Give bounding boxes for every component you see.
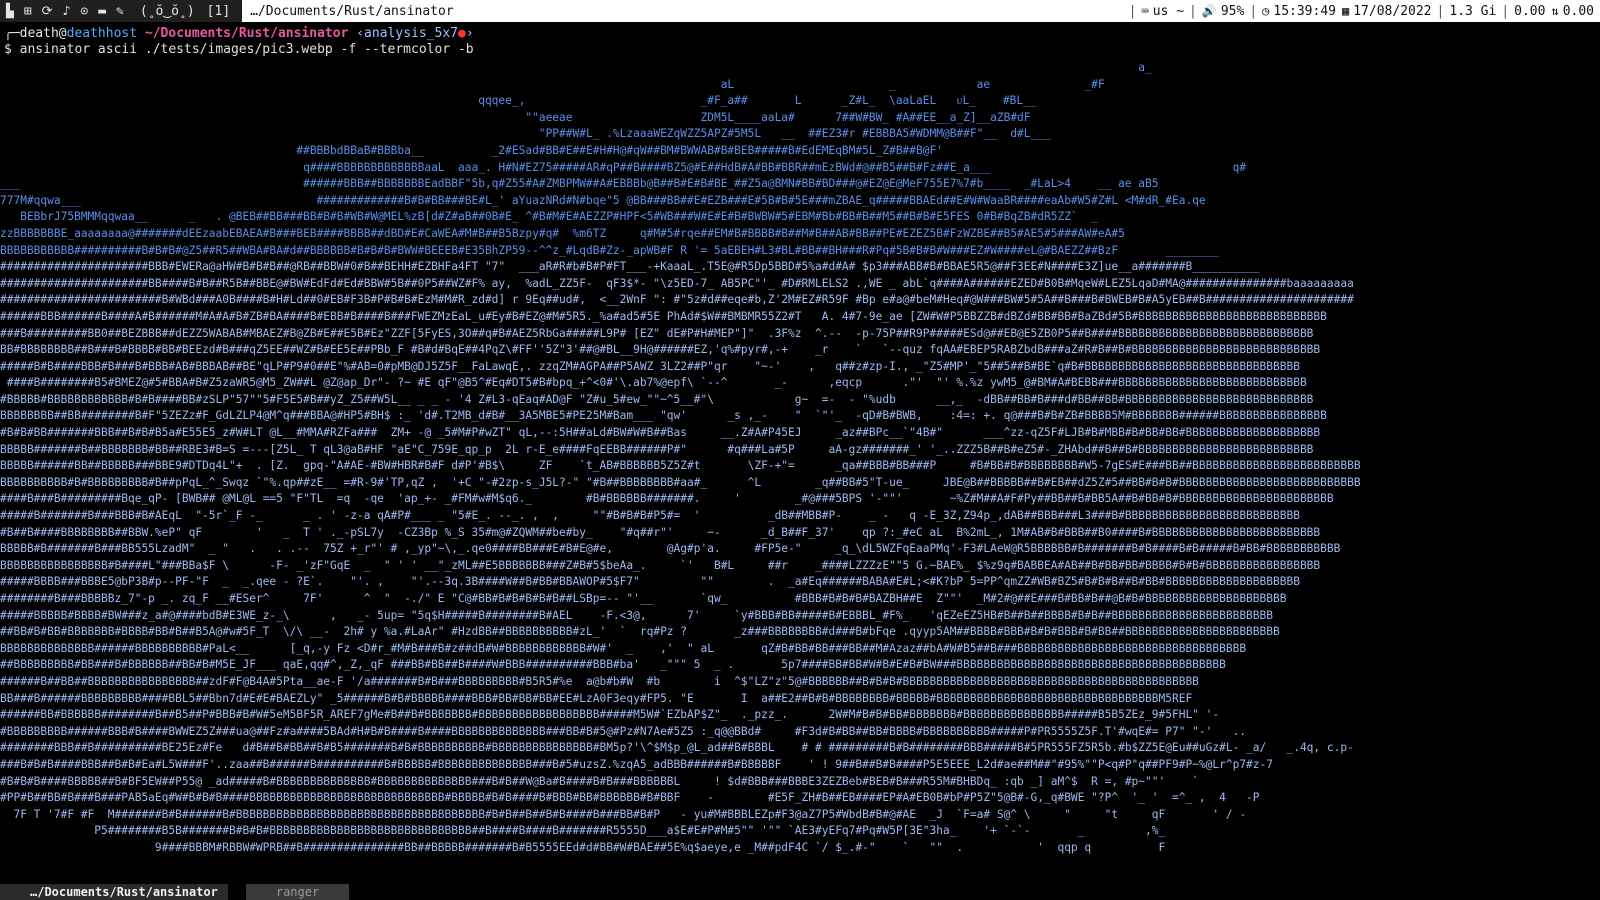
face-indicator: (˳ŏ‿ŏ˳) <box>139 3 195 19</box>
sync-icon[interactable]: ⟳ <box>42 4 53 19</box>
ascii-art-line: BB#BBBBBBBB##B###B#BBBB#BB#BEEzd#B###qZ5… <box>0 343 1321 357</box>
ascii-art-line: BEBbrJ75BMMMqqwaa__ _ . @BEB##BB###BB#B#… <box>0 210 1098 224</box>
ascii-art-line: ########B###BBBBBz_7"-p _. zq_F __#ESer^… <box>0 592 1287 605</box>
ascii-art-line: #B##B####BBBBBBBB##BBW.%eP" qF ' _ T ' .… <box>0 525 1321 539</box>
ascii-art-line: 7F T '7#F #F M#######B#B######B#BBBBBBBB… <box>0 807 1247 821</box>
ascii-art-line: #BBBBBBBBB######BBB#B####BWWEZ5Z###ua@##… <box>0 724 1247 738</box>
ascii-art-line: P5########B5B#######B#B#B#BBBBBBBBBBBBBB… <box>0 824 1166 838</box>
prompt-corner-icon: ╭─ <box>4 26 20 41</box>
workspace-indicator[interactable]: [1] <box>207 4 230 19</box>
ascii-art-line: ####B########B5#BMEZ@#5#BBA#B#Z5zaWR5@M5… <box>0 376 1307 390</box>
separator: | <box>1249 3 1258 19</box>
ascii-art-line: ###B#########BB0##BEZBBB##dEZZ5WABAB#MBA… <box>0 326 1314 340</box>
terminal-icon[interactable]: ▙ <box>6 4 14 19</box>
tmux-window-ranger[interactable]: ranger <box>245 884 350 900</box>
ascii-art-line: BBBBBBBBBBB##########B#B#B#@Z5##R5##WBA#… <box>0 243 1220 257</box>
ascii-art-line: q####BBBBBBBBBBBBBaaL aaa_. H#N#EZ75####… <box>0 160 1247 174</box>
memory-usage: 1.3 Gi <box>1449 3 1497 19</box>
volume-level[interactable]: 95% <box>1221 4 1244 19</box>
clock-time: 15:39:49 <box>1273 3 1336 19</box>
ascii-art-line: #PP#B##BB#B###B###PAB5aEq#W#B#B#B####BBB… <box>0 791 1260 805</box>
window-title: …/Documents/Rust/ansinator <box>250 3 454 19</box>
ascii-art-line: ######################BBB#EWERa@aHW#B#B#… <box>0 260 1260 274</box>
ascii-art-line: qqqee_, _#F_a## L _Z#L_ \aaLaEL ᴜL_ #BL_… <box>0 94 1037 108</box>
ascii-art-line: ##BBBBBBBBB#BB###B#BBBBBB##BB#B#M5E_JF__… <box>0 658 1226 672</box>
ascii-art-line: zzBBBBBBBE_aaaaaaaa@#######dEEzaabEBAEA#… <box>0 226 1125 240</box>
ascii-art-line: BBBBBBBB##BB########B#F"5ZEZz#F_GdLZLP4@… <box>0 409 1327 423</box>
keyboard-layout[interactable]: us ~ <box>1153 4 1184 19</box>
clock-icon: ◷ <box>1262 4 1270 18</box>
separator: | <box>1189 3 1197 19</box>
workspace-block: ▙ ⊞ ⟳ ♪ ⊙ ▬ ✎ (˳ŏ‿ŏ˳) [1] <box>0 0 243 22</box>
ascii-art-line: BBBBBBBBBB#B#BBBBBBBBB#B##pPqL_^_Swqz `"… <box>0 475 1361 489</box>
ascii-art-line: ########BBB##B##########BE25Ez#Fe d#B##B… <box>0 741 1354 755</box>
ascii-art-line: #B#B#B####BBBBB##B#BF5EW##P55@ _ad#####B… <box>0 774 1199 788</box>
ascii-art-line: ###B#B#B####BBB##B#B#Ea#L5W###F'..zaa##B… <box>0 757 1273 771</box>
volume-icon: 🔊 <box>1201 4 1217 18</box>
load-average: 0.00 <box>1514 3 1546 19</box>
ascii-art-line: ""aeeae ZDM5L____aaLa# 7##W#BW_ #A##EE__… <box>0 110 1031 124</box>
network-rate: 0.00 <box>1562 3 1594 19</box>
prompt-branch-end: › <box>465 26 474 41</box>
prompt-user: death <box>19 26 59 41</box>
top-status-bar: ▙ ⊞ ⟳ ♪ ⊙ ▬ ✎ (˳ŏ‿ŏ˳) [1] …/Documents/Ru… <box>0 0 1600 23</box>
calendar-icon: ▦ <box>1342 4 1350 18</box>
prompt-at: @ <box>58 26 67 41</box>
ascii-art-line: 777M#qqwa___ #############B#B#BB###BE#L_… <box>0 193 1206 207</box>
music-icon[interactable]: ♪ <box>63 4 71 19</box>
ascii-art-line: ########################B#WBd###A0B####B… <box>0 293 1354 307</box>
separator: | <box>1436 3 1445 19</box>
ascii-art-output: a_ aL _ ae _#F qqqee_, _#F_a## L _Z#L_ \… <box>0 60 1600 882</box>
tiles-icon[interactable]: ⊞ <box>24 4 32 19</box>
ascii-art-line: ##BB#B#BB#BBBBBBB#BBBB#BB#B##B5A@#w#5F_T… <box>0 625 1280 639</box>
ascii-art-line: a_ <box>0 61 1152 74</box>
tmux-status-bar: …/Documents/Rust/ansinator ranger <box>0 884 1600 900</box>
ascii-art-line: "PP##W#L_ .%LzaaaWEZqWZZ5APZ#5M5L __ ##E… <box>0 127 1051 141</box>
ascii-art-line: BBBBB######BB##BBBBB###BBE9#DTDq4L"+ . [… <box>0 459 1361 473</box>
ascii-art-line: BBBBB#######B##BBBBBBB#BB##RBE3#B=S =---… <box>0 442 1314 456</box>
ascii-art-line: #BBBBB#BBBBBBBBBBBB#B#B####BB#zSLP"57""5… <box>0 392 1314 406</box>
ascii-art-line: ####B###B#########Bqe_qP- [BWB## @ML@L =… <box>0 492 1334 506</box>
pen-icon[interactable]: ✎ <box>116 4 124 19</box>
folder-icon[interactable]: ▬ <box>98 4 106 19</box>
ascii-art-line: #B#B#BB#######BBB##B#B#B5a#E55E5_z#W#LT … <box>0 426 1321 440</box>
ascii-art-text: a_ aL _ ae _#F qqqee_, _#F_a## L _Z#L_ \… <box>0 60 1600 857</box>
separator: | <box>1128 3 1137 19</box>
ascii-art-line: BBBBBBBBBBBBBBBB#B####L"###BBa$F \ -F- _… <box>0 558 1321 572</box>
camera-icon[interactable]: ⊙ <box>80 4 88 19</box>
ascii-art-line: ___ ######BBB##BBBBBBBEadBBF"5b,q#Z55#A#… <box>0 177 1159 191</box>
prompt-host: deathhost <box>66 26 138 41</box>
ascii-art-line: #####BBBBB#BBBB#BW###z_a#@####bdB#E3WE_z… <box>0 608 1273 622</box>
tmux-active-window[interactable]: …/Documents/Rust/ansinator <box>0 884 228 900</box>
ascii-art-line: ######BBB######B####A#B######M#A#A#B#ZB#… <box>0 309 1327 323</box>
ascii-art-line: #####B#B####BBB#B###B#BBB#AB#BBBAB##BE"q… <box>0 359 1300 373</box>
ascii-art-line: aL _ ae _#F <box>0 77 1105 91</box>
shell-prompt: ╭─death@deathhost ~/Documents/Rust/ansin… <box>4 26 474 58</box>
system-status: | ⌨ us ~ | 🔊 95% | ◷ 15:39:49 ▦ 17/08/20… <box>1124 0 1600 22</box>
keyboard-icon: ⌨ <box>1141 4 1149 18</box>
ascii-art-line: ##BBBbdBBaB#BBBba__ _2#ESad#BB#E##E#H#H@… <box>0 143 943 157</box>
ascii-art-line: BBBBB#B#######B###BB555LzadM" _ " . . .-… <box>0 542 1341 556</box>
clock-date: 17/08/2022 <box>1353 3 1432 19</box>
separator: | <box>1501 3 1510 19</box>
network-arrows-icon: ⇅ <box>1551 4 1559 18</box>
prompt-branch: ‹analysis_5x7 <box>356 26 458 41</box>
ascii-art-line: BBBBBBBBBBBBBB######BBBBBBBBBB#PaL<__ [_… <box>0 641 1247 655</box>
prompt-command[interactable]: $ ansinator ascii ./tests/images/pic3.we… <box>4 42 474 57</box>
ascii-art-line: ######################BB####B#B##R5B##BB… <box>0 276 1354 290</box>
ascii-art-line: BB###B######BBBBBBBBB####BBL5##Bbn7d#E#E… <box>0 691 1193 705</box>
ascii-art-line: #####BBBB###BBBE5@bP3B#p--PF-"F _ _.qee … <box>0 575 1300 589</box>
ascii-art-line: #####B#######B###BBB#B#AEqL "-5r`_F -_ _… <box>0 509 1300 523</box>
git-dirty-icon: ● <box>457 26 466 41</box>
terminal-window[interactable]: ╭─death@deathhost ~/Documents/Rust/ansin… <box>0 22 1600 884</box>
ascii-art-line: ######B##BB##BBBBBBBBBBBBBBBB##zdF#F@B4A… <box>0 674 1199 688</box>
ascii-art-line: ######BB#BBBBBB########B##B5##P#BBB#B#W#… <box>0 708 1220 722</box>
prompt-path: ~/Documents/Rust/ansinator <box>144 26 349 41</box>
ascii-art-line: 9####BBBM#RBBW#WPRB##B###############BB#… <box>0 840 1166 854</box>
